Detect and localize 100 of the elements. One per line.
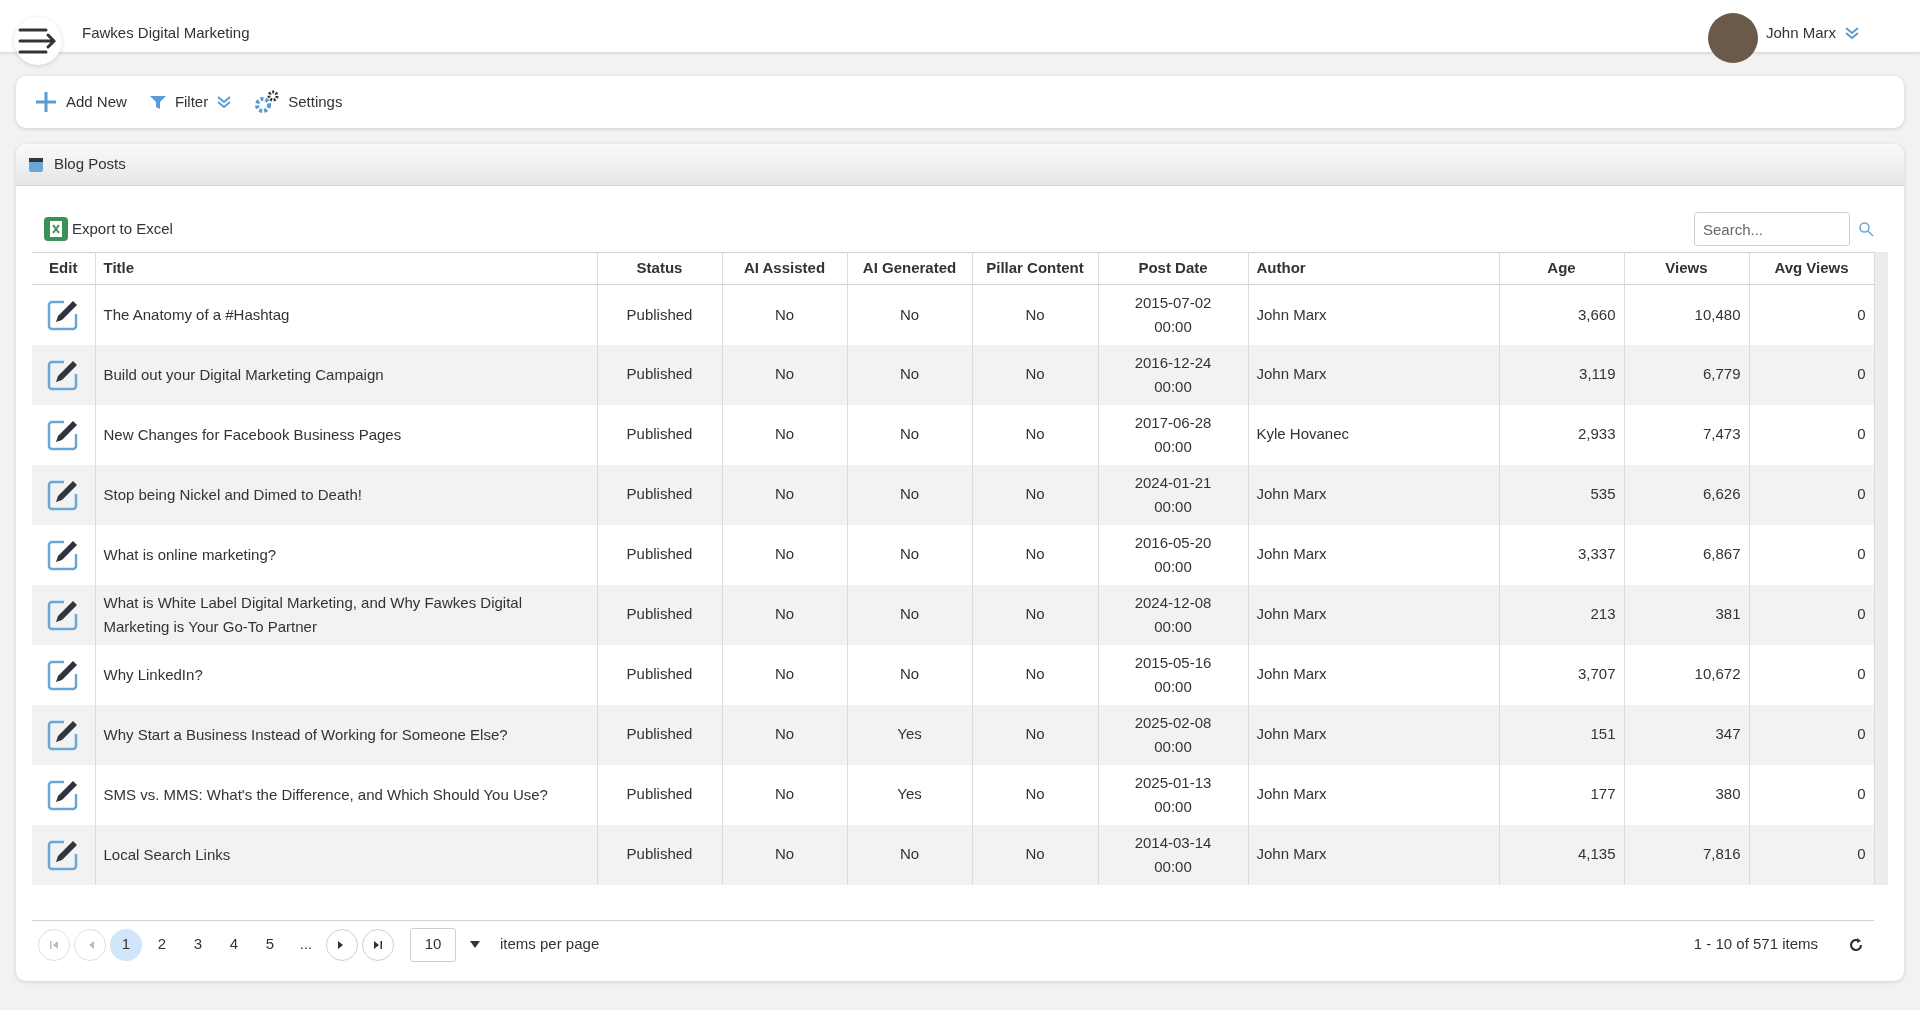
column-header[interactable]: Title — [95, 252, 597, 285]
age-cell: 151 — [1499, 704, 1624, 765]
pillar-content-cell: No — [972, 404, 1098, 465]
chevron-down-icon — [216, 94, 233, 110]
author-cell: John Marx — [1248, 584, 1499, 645]
views-cell: 7,816 — [1624, 824, 1749, 885]
title-cell: The Anatomy of a #Hashtag — [95, 284, 597, 345]
status-cell: Published — [597, 764, 722, 825]
page-button[interactable]: 4 — [218, 928, 250, 961]
age-cell: 3,660 — [1499, 284, 1624, 345]
avg-views-cell: 0 — [1749, 404, 1874, 465]
post-date-text: 2016-12-24 — [1133, 352, 1213, 373]
page-button[interactable]: 2 — [146, 928, 178, 961]
author-cell: John Marx — [1248, 284, 1499, 345]
post-date-text: 2024-01-21 — [1133, 472, 1213, 493]
age-cell: 3,119 — [1499, 344, 1624, 405]
column-header[interactable]: Status — [597, 252, 722, 285]
post-date-text: 2017-06-28 — [1133, 412, 1213, 433]
author-cell: John Marx — [1248, 644, 1499, 705]
pillar-content-cell: No — [972, 584, 1098, 645]
post-date-text: 2024-12-08 — [1133, 592, 1213, 613]
menu-icon — [18, 27, 58, 55]
ai-assisted-cell: No — [722, 344, 847, 405]
page-button[interactable]: 1 — [110, 928, 142, 961]
page-button[interactable]: 5 — [254, 928, 286, 961]
search-icon[interactable] — [1858, 221, 1874, 237]
column-header[interactable]: AI Assisted — [722, 252, 847, 285]
column-header[interactable]: Author — [1248, 252, 1499, 285]
avg-views-cell: 0 — [1749, 524, 1874, 585]
avg-views-cell: 0 — [1749, 644, 1874, 705]
status-cell: Published — [597, 524, 722, 585]
age-cell: 3,707 — [1499, 644, 1624, 705]
post-time-text: 00:00 — [1153, 436, 1193, 457]
views-cell: 6,867 — [1624, 524, 1749, 585]
plus-icon — [34, 90, 58, 114]
ai-generated-cell: No — [847, 404, 972, 465]
status-cell: Published — [597, 584, 722, 645]
post-date-text: 2025-01-13 — [1133, 772, 1213, 793]
author-cell: John Marx — [1248, 524, 1499, 585]
status-cell: Published — [597, 464, 722, 525]
ai-assisted-cell: No — [722, 404, 847, 465]
views-cell: 7,473 — [1624, 404, 1749, 465]
title-cell: Local Search Links — [95, 824, 597, 885]
ai-generated-cell: Yes — [847, 764, 972, 825]
avg-views-cell: 0 — [1749, 464, 1874, 525]
chevron-down-icon — [1844, 25, 1860, 41]
age-cell: 2,933 — [1499, 404, 1624, 465]
post-time-text: 00:00 — [1153, 676, 1193, 697]
post-time-text: 00:00 — [1153, 796, 1193, 817]
page-button[interactable]: ... — [290, 928, 322, 961]
settings-button[interactable]: Settings — [254, 90, 343, 114]
ai-assisted-cell: No — [722, 284, 847, 345]
page-size-value[interactable]: 10 — [410, 927, 456, 962]
author-cell: John Marx — [1248, 824, 1499, 885]
ai-assisted-cell: No — [722, 704, 847, 765]
ai-generated-cell: No — [847, 584, 972, 645]
status-cell: Published — [597, 404, 722, 465]
caret-down-icon — [470, 940, 480, 949]
ai-generated-cell: No — [847, 644, 972, 705]
avg-views-cell: 0 — [1749, 584, 1874, 645]
add-new-button[interactable]: Add New — [34, 90, 127, 114]
filter-button[interactable]: Filter — [148, 90, 233, 114]
page-button[interactable]: 3 — [182, 928, 214, 961]
post-date-text: 2025-02-08 — [1133, 712, 1213, 733]
skip-back-icon — [49, 939, 59, 950]
views-cell: 10,672 — [1624, 644, 1749, 705]
browser-window-icon — [28, 156, 44, 173]
author-cell: Kyle Hovanec — [1248, 404, 1499, 465]
author-cell: John Marx — [1248, 704, 1499, 765]
spreadsheet-icon — [44, 217, 68, 241]
column-header[interactable]: Avg Views — [1749, 252, 1874, 285]
post-date-text: 2015-07-02 — [1133, 292, 1213, 313]
age-cell: 213 — [1499, 584, 1624, 645]
post-time-text: 00:00 — [1153, 316, 1193, 337]
search-field[interactable]: Search... — [1694, 212, 1850, 246]
user-menu[interactable]: John Marx — [1765, 21, 1860, 45]
column-header[interactable]: Age — [1499, 252, 1624, 285]
pillar-content-cell: No — [972, 524, 1098, 585]
column-header[interactable]: Pillar Content — [972, 252, 1098, 285]
ai-assisted-cell: No — [722, 824, 847, 885]
export-to-excel-button[interactable]: Export to Excel — [44, 217, 173, 241]
column-header[interactable]: Views — [1624, 252, 1749, 285]
age-cell: 535 — [1499, 464, 1624, 525]
ai-generated-cell: No — [847, 524, 972, 585]
funnel-icon — [148, 93, 167, 111]
pillar-content-cell: No — [972, 824, 1098, 885]
ai-assisted-cell: No — [722, 524, 847, 585]
title-cell: SMS vs. MMS: What's the Difference, and Which Should You Use? — [95, 764, 597, 825]
title-cell: Stop being Nickel and Dimed to Death! — [95, 464, 597, 525]
column-header[interactable]: Edit — [32, 252, 95, 285]
avg-views-cell: 0 — [1749, 824, 1874, 885]
views-cell: 10,480 — [1624, 284, 1749, 345]
menu-button[interactable] — [14, 17, 62, 65]
column-header[interactable]: Post Date — [1098, 252, 1248, 285]
pillar-content-cell: No — [972, 284, 1098, 345]
post-time-text: 00:00 — [1153, 376, 1193, 397]
age-cell: 4,135 — [1499, 824, 1624, 885]
column-header[interactable]: AI Generated — [847, 252, 972, 285]
views-cell: 380 — [1624, 764, 1749, 825]
refresh-icon[interactable] — [1848, 936, 1864, 953]
